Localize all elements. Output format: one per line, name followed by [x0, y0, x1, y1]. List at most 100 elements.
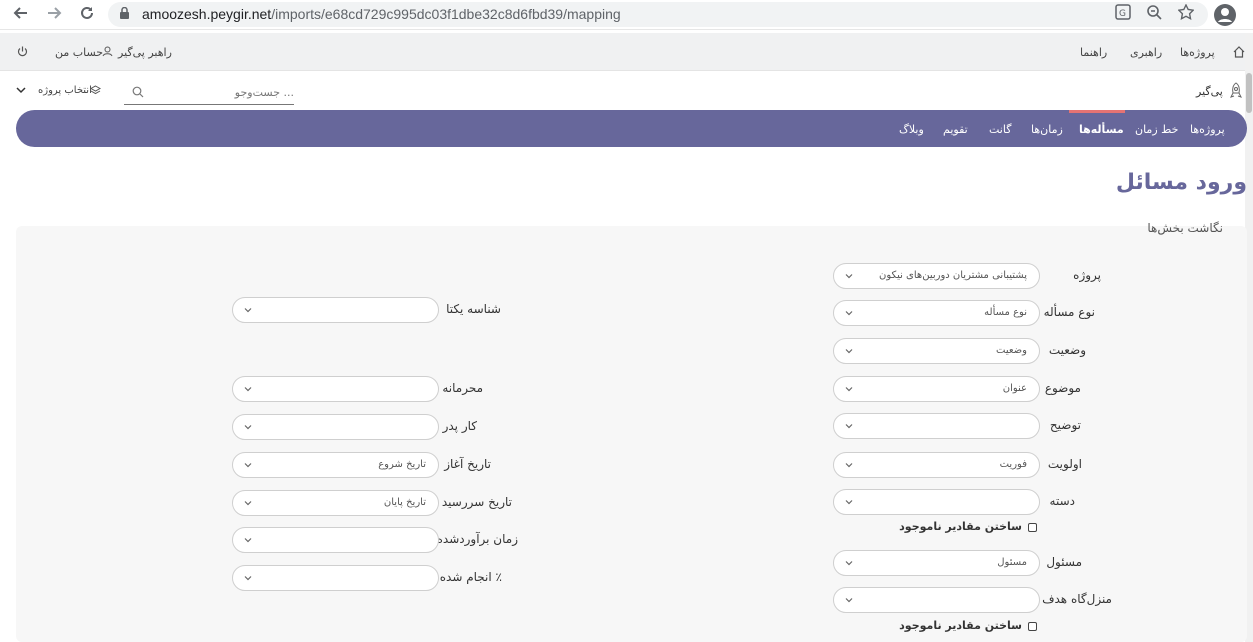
- search-row: پی‌گیر انتخاب پروژه: [0, 72, 1253, 110]
- search-input[interactable]: [124, 80, 294, 105]
- translate-icon[interactable]: G: [1112, 4, 1134, 26]
- select-due-date-value: تاریخ پایان: [383, 497, 426, 508]
- chevron-down-icon: [845, 387, 853, 392]
- nav-item-issues[interactable]: مسأله‌ها: [1079, 123, 1124, 136]
- label-project: پروژه: [1073, 268, 1101, 282]
- label-private: محرمانه: [442, 381, 483, 395]
- mapping-panel: [16, 226, 1247, 642]
- create-missing-label: ساختن مقادیر ناموجود: [899, 619, 1022, 632]
- label-assignee: مسئول: [1046, 555, 1082, 569]
- home-icon[interactable]: [1233, 46, 1245, 58]
- chevron-down-icon: [244, 576, 252, 581]
- select-due-date[interactable]: تاریخ پایان: [232, 490, 439, 516]
- lock-icon: [120, 7, 129, 19]
- project-selector[interactable]: انتخاب پروژه: [16, 83, 104, 99]
- select-subject[interactable]: عنوان: [833, 376, 1040, 402]
- chevron-down-icon: [244, 538, 252, 543]
- top-menu: پروژه‌ها راهبری راهنما راهبر پی‌گیر حساب…: [0, 33, 1253, 71]
- nav-item-gantt[interactable]: گانت: [989, 123, 1011, 136]
- chevron-down-icon: [845, 311, 853, 316]
- select-start-date[interactable]: تاریخ شروع: [232, 452, 439, 478]
- chevron-down-icon: [845, 274, 853, 279]
- chevron-down-icon: [845, 463, 853, 468]
- chevron-down-icon: [244, 463, 252, 468]
- select-status[interactable]: وضعیت: [833, 338, 1040, 364]
- nav-item-blog[interactable]: وبلاگ: [899, 123, 924, 136]
- select-issue-type[interactable]: نوع مسأله: [833, 300, 1040, 326]
- forward-icon[interactable]: [43, 4, 65, 26]
- chevron-down-icon: [244, 425, 252, 430]
- panel-title: نگاشت بخش‌ها: [1147, 221, 1223, 235]
- nav-item-timeline[interactable]: خط زمان: [1135, 123, 1178, 136]
- label-subject: موضوع: [1044, 381, 1081, 395]
- nav-item-time[interactable]: زمان‌ها: [1031, 123, 1063, 136]
- page-title: ورود مسائل: [1115, 170, 1247, 195]
- select-assignee-value: مسئول: [997, 557, 1027, 568]
- label-done-ratio: ٪ انجام شده: [439, 570, 502, 584]
- create-missing-checkbox-category[interactable]: ساختن مقادیر ناموجود: [899, 520, 1037, 533]
- label-parent-task: کار پدر: [442, 419, 477, 433]
- label-estimated-time: زمان برآوردشده: [436, 532, 518, 546]
- chevron-down-icon: [845, 424, 853, 429]
- top-menu-account[interactable]: حساب من: [55, 46, 103, 59]
- label-unique-id: شناسه یکتا: [446, 302, 501, 316]
- label-issue-type: نوع مسأله: [1043, 305, 1095, 319]
- label-status: وضعیت: [1048, 343, 1086, 357]
- select-issue-type-value: نوع مسأله: [984, 307, 1027, 318]
- browser-toolbar: amoozesh.peygir.net/imports/e68cd729c995…: [0, 0, 1253, 30]
- search-icon: [132, 86, 144, 98]
- zoom-icon[interactable]: [1143, 4, 1165, 26]
- label-priority: اولویت: [1047, 457, 1082, 471]
- top-menu-guide[interactable]: راهبری: [1130, 46, 1162, 59]
- label-target-version: منزل‌گاه هدف: [1042, 592, 1112, 606]
- chevron-down-icon: [845, 561, 853, 566]
- top-menu-help[interactable]: راهنما: [1080, 46, 1107, 59]
- label-description: توضیح: [1049, 418, 1081, 432]
- top-menu-user[interactable]: راهبر پی‌گیر: [118, 46, 172, 59]
- select-subject-value: عنوان: [1002, 383, 1027, 394]
- power-icon[interactable]: [17, 46, 28, 57]
- chevron-down-icon: [244, 387, 252, 392]
- chevron-down-icon: [845, 598, 853, 603]
- rocket-logo-icon: [1230, 82, 1242, 98]
- select-unique-id[interactable]: [232, 297, 439, 323]
- chevron-down-icon: [845, 500, 853, 505]
- url-text: amoozesh.peygir.net/imports/e68cd729c995…: [142, 6, 621, 22]
- select-target-version[interactable]: [833, 587, 1040, 613]
- select-done-ratio[interactable]: [232, 565, 439, 591]
- select-description[interactable]: [833, 413, 1040, 439]
- create-missing-checkbox-version[interactable]: ساختن مقادیر ناموجود: [899, 619, 1037, 632]
- top-menu-projects[interactable]: پروژه‌ها: [1180, 46, 1215, 59]
- nav-item-projects[interactable]: پروژه‌ها: [1190, 123, 1225, 136]
- select-status-value: وضعیت: [996, 345, 1027, 356]
- select-project[interactable]: پشتیبانی مشتریان دوربین‌های نیکون: [833, 263, 1040, 289]
- chevron-down-icon: [845, 349, 853, 354]
- select-estimated-time[interactable]: [232, 527, 439, 553]
- star-icon[interactable]: [1175, 3, 1197, 26]
- select-category[interactable]: [833, 489, 1040, 515]
- svg-text:G: G: [1119, 9, 1126, 19]
- profile-icon[interactable]: [1214, 4, 1236, 26]
- checkbox[interactable]: [1028, 522, 1037, 532]
- user-icon: [102, 46, 113, 57]
- label-due-date: تاریخ سررسید: [441, 495, 512, 509]
- create-missing-label: ساختن مقادیر ناموجود: [899, 520, 1022, 533]
- select-assignee[interactable]: مسئول: [833, 550, 1040, 576]
- main-navbar: پروژه‌ها خط زمان مسأله‌ها زمان‌ها گانت ت…: [16, 110, 1247, 147]
- brand-name: پی‌گیر: [1196, 85, 1223, 98]
- url-host: amoozesh.peygir.net: [142, 6, 272, 22]
- select-project-value: پشتیبانی مشتریان دوربین‌های نیکون: [879, 270, 1027, 281]
- select-private[interactable]: [232, 376, 439, 402]
- url-path: /imports/e68cd729c995dc03f1dbe32c8d6fbd3…: [271, 6, 621, 22]
- select-start-date-value: تاریخ شروع: [378, 459, 426, 470]
- back-icon[interactable]: [10, 4, 32, 26]
- select-parent-task[interactable]: [232, 414, 439, 440]
- checkbox[interactable]: [1028, 621, 1037, 631]
- layers-icon: [90, 85, 101, 95]
- chevron-down-icon: [16, 87, 26, 94]
- nav-item-calendar[interactable]: تقویم: [943, 123, 968, 136]
- select-priority[interactable]: فوریت: [833, 452, 1040, 478]
- label-category: دسته: [1049, 494, 1075, 508]
- label-start-date: تاریخ آغاز: [444, 457, 491, 471]
- reload-icon[interactable]: [76, 4, 98, 26]
